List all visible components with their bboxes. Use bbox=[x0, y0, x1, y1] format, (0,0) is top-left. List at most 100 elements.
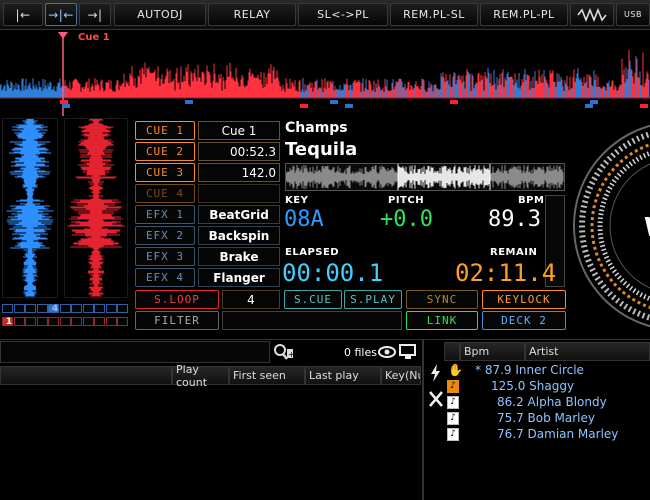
track-row-3[interactable]: 86.2 Alpha Blondy bbox=[497, 395, 607, 409]
cue-3-time[interactable]: 142.0 bbox=[198, 163, 280, 182]
beat-grid-cell[interactable] bbox=[117, 304, 128, 313]
beat-grid-cell[interactable] bbox=[94, 317, 105, 326]
mini-waveform-svg bbox=[285, 164, 564, 190]
efx-4-name[interactable]: Flanger bbox=[198, 268, 280, 287]
remain-label: REMAIN bbox=[490, 247, 538, 258]
beat-grid-cell[interactable] bbox=[13, 317, 25, 326]
rem-pl-pl-button[interactable]: REM.PL-PL bbox=[480, 3, 568, 26]
beat-grid-cell[interactable] bbox=[25, 304, 36, 313]
elapsed-time: 00:00.1 bbox=[282, 259, 384, 287]
efx-1-name[interactable]: BeatGrid bbox=[198, 205, 280, 224]
beat-grid-cell[interactable] bbox=[105, 317, 117, 326]
splay-button[interactable]: S.PLAY bbox=[344, 290, 402, 309]
column-header-first-seen[interactable]: First seen bbox=[229, 366, 305, 385]
sloop-button[interactable]: S.LOOP bbox=[135, 290, 219, 309]
sl-pl-button[interactable]: SL<->PL bbox=[298, 3, 388, 26]
column-header-artist[interactable]: Artist bbox=[525, 342, 650, 361]
jog-wheel[interactable]: W bbox=[570, 118, 650, 336]
filter-button[interactable]: FILTER bbox=[135, 311, 219, 330]
red-hand-icon: ✋ bbox=[447, 363, 463, 377]
vertical-waveform-right[interactable] bbox=[64, 118, 128, 298]
vertical-waveform-left[interactable] bbox=[2, 118, 58, 298]
beat-grid-cell[interactable] bbox=[71, 317, 82, 326]
browser-divider[interactable] bbox=[422, 339, 424, 500]
track-row-5[interactable]: 76.7 Damian Marley bbox=[497, 427, 618, 441]
cue-1-name[interactable]: Cue 1 bbox=[198, 121, 280, 140]
beat-grid-cell[interactable] bbox=[59, 317, 71, 326]
beat-grid-cell[interactable] bbox=[2, 304, 13, 313]
monitor-icon[interactable] bbox=[398, 343, 418, 361]
usb-label: USB bbox=[624, 10, 642, 19]
cue-marker-label: Cue 1 bbox=[78, 32, 110, 43]
beat-grid-cell[interactable] bbox=[117, 317, 128, 326]
relay-button[interactable]: RELAY bbox=[208, 3, 296, 26]
beat-grid-cell[interactable] bbox=[82, 304, 94, 313]
cue-1-button[interactable]: CUE 1 bbox=[135, 121, 195, 140]
eye-icon[interactable] bbox=[377, 343, 397, 361]
efx-2-name[interactable]: Backspin bbox=[198, 226, 280, 245]
link-button[interactable]: LINK bbox=[406, 311, 478, 330]
efx-2-button[interactable]: EFX 2 bbox=[135, 226, 195, 245]
svg-text:+: + bbox=[288, 350, 294, 359]
rem-pl-sl-button[interactable]: REM.PL-SL bbox=[390, 3, 478, 26]
mini-waveform[interactable] bbox=[285, 163, 565, 191]
beat-grid-cell[interactable] bbox=[48, 317, 59, 326]
autodj-button[interactable]: AUTODJ bbox=[114, 3, 206, 26]
lightning-icon[interactable] bbox=[426, 362, 446, 384]
tools-icon[interactable] bbox=[426, 388, 446, 410]
efx-3-button[interactable]: EFX 3 bbox=[135, 247, 195, 266]
search-icon[interactable]: + bbox=[272, 343, 295, 361]
remain-time: 02:11.4 bbox=[455, 259, 557, 287]
track-row-4[interactable]: 75.7 Bob Marley bbox=[497, 411, 595, 425]
search-input[interactable] bbox=[0, 341, 270, 363]
cue-4-name[interactable] bbox=[198, 184, 280, 203]
loop-length[interactable]: 4 bbox=[222, 290, 280, 309]
usb-icon[interactable]: USB bbox=[616, 3, 650, 26]
scue-button[interactable]: S.CUE bbox=[284, 290, 342, 309]
efx-1-button[interactable]: EFX 1 bbox=[135, 205, 195, 224]
pitch-label: PITCH bbox=[388, 195, 425, 206]
column-header-key[interactable]: Key(Nu bbox=[381, 366, 421, 385]
pitch-value[interactable]: +0.0 bbox=[380, 207, 433, 232]
bpm-value: 89.3 bbox=[488, 207, 541, 232]
next-button[interactable]: →| bbox=[79, 3, 111, 26]
efx-3-name[interactable]: Brake bbox=[198, 247, 280, 266]
beat-grid[interactable]: 4 1 bbox=[2, 304, 130, 330]
note-icon: ♪ bbox=[447, 428, 459, 441]
cue-4-button[interactable]: CUE 4 bbox=[135, 184, 195, 203]
prev-button[interactable]: |← bbox=[3, 3, 43, 26]
waveform-overview[interactable]: Cue 1 bbox=[0, 30, 650, 116]
deck-2-button[interactable]: DECK 2 bbox=[482, 311, 566, 330]
column-header-play-count[interactable]: Play count bbox=[172, 363, 229, 389]
keylock-button[interactable]: KEYLOCK bbox=[482, 290, 566, 309]
column-header-icon[interactable] bbox=[444, 342, 460, 361]
track-row-2[interactable]: 125.0 Shaggy bbox=[491, 379, 574, 393]
track-row-1[interactable]: * 87.9 Inner Circle bbox=[475, 363, 584, 377]
vertical-waveform-right-svg bbox=[67, 118, 125, 297]
key-label: KEY bbox=[285, 195, 309, 206]
beat-grid-cell[interactable] bbox=[94, 304, 105, 313]
column-header-bpm[interactable]: Bpm bbox=[460, 342, 525, 361]
grid-marker-bottom: 1 bbox=[5, 317, 13, 327]
column-header-last-play[interactable]: Last play bbox=[305, 366, 381, 385]
note-icon: ♪ bbox=[447, 412, 459, 425]
beat-grid-cell[interactable] bbox=[13, 304, 25, 313]
column-header-blank[interactable] bbox=[0, 366, 172, 385]
sync-center-button[interactable]: →|← bbox=[45, 3, 77, 26]
beat-grid-cell[interactable] bbox=[25, 317, 36, 326]
efx-4-button[interactable]: EFX 4 bbox=[135, 268, 195, 287]
top-toolbar: |← →|← →| AUTODJ RELAY SL<->PL REM.PL-SL… bbox=[0, 0, 650, 30]
waveform-icon[interactable] bbox=[570, 3, 614, 26]
beat-grid-cell[interactable] bbox=[105, 304, 117, 313]
beat-grid-cell[interactable] bbox=[36, 317, 48, 326]
elapsed-label: ELAPSED bbox=[285, 247, 340, 258]
cue-3-button[interactable]: CUE 3 bbox=[135, 163, 195, 182]
filter-slider[interactable] bbox=[222, 311, 402, 330]
sync-button[interactable]: SYNC bbox=[406, 290, 478, 309]
beat-grid-cell[interactable] bbox=[36, 304, 48, 313]
cue-2-button[interactable]: CUE 2 bbox=[135, 142, 195, 161]
key-value: 08A bbox=[284, 207, 324, 232]
beat-grid-cell[interactable] bbox=[82, 317, 94, 326]
cue-2-time[interactable]: 00:52.3 bbox=[198, 142, 280, 161]
beat-grid-cell[interactable] bbox=[71, 304, 82, 313]
